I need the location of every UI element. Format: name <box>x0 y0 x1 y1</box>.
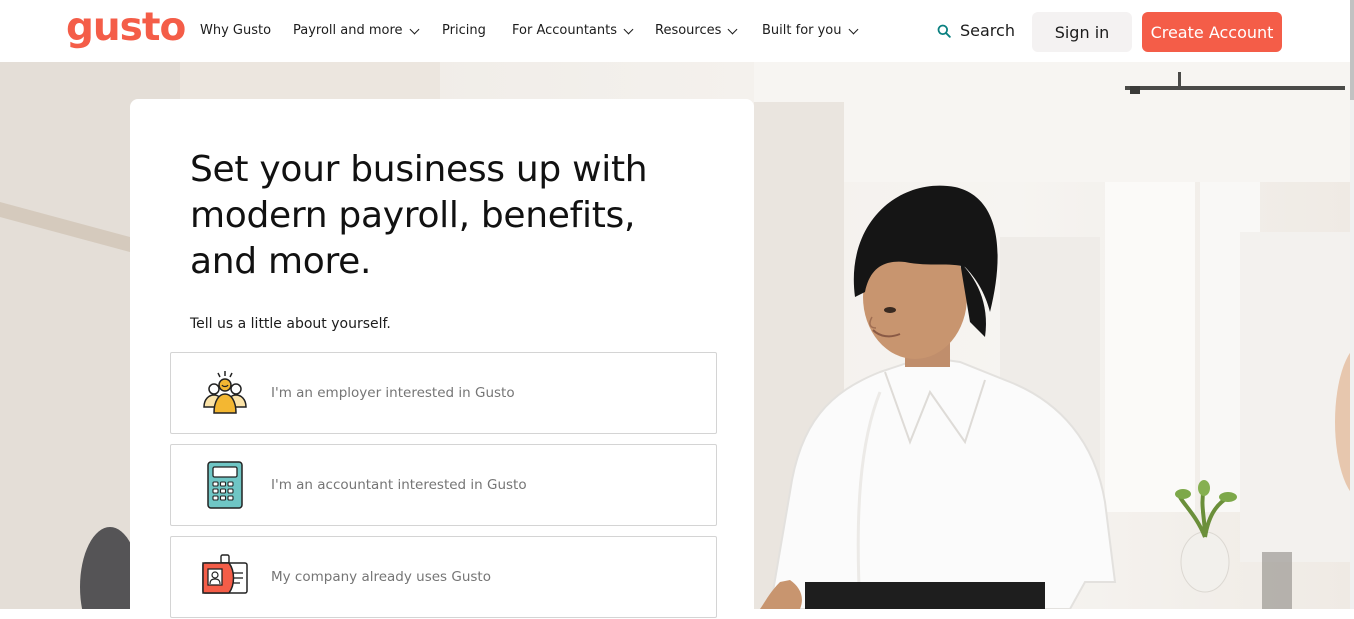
nav-pricing-label: Pricing <box>442 23 486 38</box>
option-employer[interactable]: I'm an employer interested in Gusto <box>170 352 717 434</box>
nav-payroll-and-more-label: Payroll and more <box>293 23 403 38</box>
nav-resources[interactable]: Resources <box>655 22 738 40</box>
option-existing-company[interactable]: My company already uses Gusto <box>170 536 717 618</box>
hero-title: Set your business up with modern payroll… <box>190 149 648 282</box>
option-accountant-label: I'm an accountant interested in Gusto <box>271 477 527 493</box>
site-header: gusto Why Gusto Payroll and more Pricing… <box>0 0 1354 62</box>
chevron-down-icon <box>848 24 858 34</box>
hero-subtitle: Tell us a little about yourself. <box>190 316 391 332</box>
nav-why-gusto[interactable]: Why Gusto <box>200 22 271 40</box>
nav-why-gusto-label: Why Gusto <box>200 23 272 38</box>
nav-resources-label: Resources <box>655 23 722 38</box>
nav-pricing[interactable]: Pricing <box>442 22 486 40</box>
nav-for-accountants[interactable]: For Accountants <box>512 22 634 40</box>
search-icon <box>937 24 951 38</box>
chevron-down-icon <box>623 24 634 34</box>
chevron-down-icon <box>727 24 738 34</box>
id-badge-icon <box>199 551 251 603</box>
search-button[interactable]: Search <box>937 21 1015 40</box>
search-label: Search <box>960 21 1015 40</box>
nav-for-accountants-label: For Accountants <box>512 23 618 38</box>
team-icon <box>199 367 251 419</box>
option-accountant[interactable]: I'm an accountant interested in Gusto <box>170 444 717 526</box>
nav-payroll-and-more[interactable]: Payroll and more <box>293 22 420 40</box>
gusto-logo[interactable]: gusto <box>66 4 186 52</box>
option-existing-company-label: My company already uses Gusto <box>271 569 491 585</box>
create-account-button[interactable]: Create Account <box>1142 12 1282 52</box>
nav-built-for-you[interactable]: Built for you <box>762 22 858 40</box>
option-employer-label: I'm an employer interested in Gusto <box>271 385 515 401</box>
chevron-down-icon <box>409 24 420 34</box>
signup-card: Set your business up with modern payroll… <box>130 99 754 619</box>
calculator-icon <box>199 459 251 511</box>
sign-in-button[interactable]: Sign in <box>1032 12 1132 52</box>
scrollbar-thumb[interactable] <box>1350 0 1354 100</box>
nav-built-for-you-label: Built for you <box>762 23 842 38</box>
